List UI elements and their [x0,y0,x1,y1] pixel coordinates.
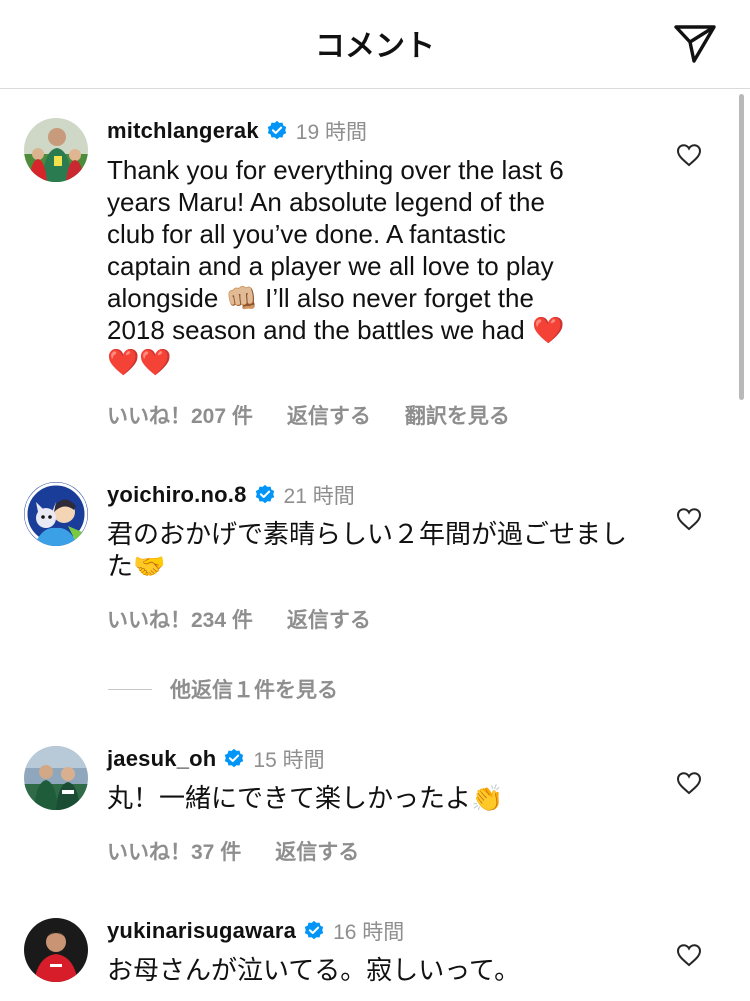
share-button[interactable] [672,22,718,64]
comment-text-line: Thank you for everything over the last 6 [107,155,564,185]
verified-badge-icon [303,920,325,942]
comment-text-line: alongside 👊🏼 I’ll also never forget the [107,283,534,313]
comment-text: 丸！一緒にできて楽しかったよ👏 [107,782,637,814]
heart-icon[interactable] [676,943,702,967]
divider-line [108,688,152,690]
heart-icon[interactable] [676,771,702,795]
likes-count[interactable]: いいね！207 件 [107,400,253,430]
page-title: コメント [315,30,435,63]
view-more-replies-label: 他返信１件を見る [170,679,338,702]
comment-text-line: 君のおかげで素晴らしい２年間が過ごせまし [107,519,628,549]
comment-text-line: お母さんが泣いてる。寂しいって。 [107,955,521,985]
heart-icon[interactable] [676,143,702,167]
username[interactable]: yukinarisugawara [107,918,296,944]
comment-time: 19 時間 [295,121,367,144]
avatar[interactable] [24,746,88,810]
comment-text: 君のおかげで素晴らしい２年間が過ごせまし た🤝 [107,518,637,582]
reply-button[interactable]: 返信する [287,604,371,634]
comment-text-line: club for all you’ve done. A fantastic [107,219,506,249]
comment-text: お母さんが泣いてる。寂しいって。 [107,954,637,986]
username[interactable]: jaesuk_oh [107,746,216,772]
comment-text-line: 丸！一緒にできて楽しかったよ👏 [107,783,504,813]
comment-text-line: た🤝 [107,551,166,581]
reply-button[interactable]: 返信する [275,836,359,866]
username[interactable]: yoichiro.no.8 [107,482,247,508]
verified-badge-icon [254,484,276,506]
scrollbar[interactable] [739,94,744,400]
comment-text-line: ❤️❤️ [107,347,172,377]
verified-badge-icon [223,748,245,770]
view-more-replies-button[interactable]: 他返信１件を見る [108,674,338,704]
top-bar: コメント [0,0,750,89]
likes-count[interactable]: いいね！37 件 [107,836,241,866]
reply-button[interactable]: 返信する [287,400,371,430]
comment-text-line: captain and a player we all love to play [107,251,554,281]
comment-time: 15 時間 [253,749,325,772]
verified-badge-icon [266,120,288,142]
heart-icon[interactable] [676,507,702,531]
comment-text-line: 2018 season and the battles we had ❤️ [107,315,565,345]
likes-count[interactable]: いいね！234 件 [107,604,253,634]
avatar[interactable] [24,918,88,982]
comment-time: 16 時間 [333,921,405,944]
comment-text: Thank you for everything over the last 6… [107,154,637,378]
comment-text-line: years Maru! An absolute legend of the [107,187,545,217]
comment-time: 21 時間 [283,485,355,508]
username[interactable]: mitchlangerak [107,118,259,144]
avatar[interactable] [24,482,88,546]
paper-plane-icon [674,25,716,63]
translate-button[interactable]: 翻訳を見る [405,400,510,430]
avatar[interactable] [24,118,88,182]
